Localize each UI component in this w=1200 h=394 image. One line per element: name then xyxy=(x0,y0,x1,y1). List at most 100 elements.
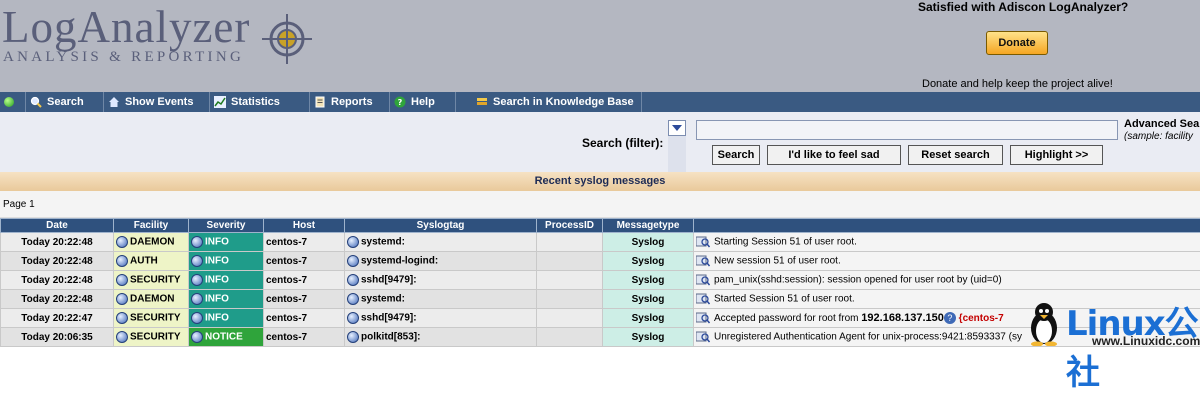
cell-message[interactable]: Starting Session 51 of user root. xyxy=(694,233,1200,252)
reset-search-button[interactable]: Reset search xyxy=(908,145,1003,165)
filter-globe-icon[interactable] xyxy=(191,312,203,324)
filter-globe-icon[interactable] xyxy=(191,236,203,248)
col-processid[interactable]: ProcessID xyxy=(537,219,603,233)
filter-globe-icon[interactable] xyxy=(347,274,359,286)
col-date[interactable]: Date xyxy=(1,219,114,233)
details-icon[interactable] xyxy=(696,255,710,267)
table-row: Today 20:22:48 SECURITY INFO centos-7 ss… xyxy=(1,271,1200,290)
syslogtag-value: systemd-logind: xyxy=(361,256,438,267)
details-icon[interactable] xyxy=(696,236,710,248)
cell-syslogtag[interactable]: polkitd[853]: xyxy=(345,328,537,347)
col-facility[interactable]: Facility xyxy=(114,219,189,233)
filter-globe-icon[interactable] xyxy=(347,236,359,248)
page-label: Page 1 xyxy=(3,199,35,210)
cell-severity[interactable]: INFO xyxy=(189,233,264,252)
table-row: Today 20:22:48 DAEMON INFO centos-7 syst… xyxy=(1,290,1200,309)
filter-globe-icon[interactable] xyxy=(116,255,128,267)
cell-severity[interactable]: INFO xyxy=(189,271,264,290)
col-host[interactable]: Host xyxy=(264,219,345,233)
cell-syslogtag[interactable]: systemd: xyxy=(345,290,537,309)
cell-facility[interactable]: SECURITY xyxy=(114,328,189,347)
filter-dropdown-button[interactable] xyxy=(668,120,686,136)
cell-message[interactable]: New session 51 of user root. xyxy=(694,252,1200,271)
filter-globe-icon[interactable] xyxy=(347,331,359,343)
cell-facility[interactable]: SECURITY xyxy=(114,309,189,328)
svg-text:?: ? xyxy=(398,98,403,107)
cell-host[interactable]: centos-7 xyxy=(264,328,345,347)
cell-syslogtag[interactable]: sshd[9479]: xyxy=(345,309,537,328)
filter-globe-icon[interactable] xyxy=(347,312,359,324)
details-icon[interactable] xyxy=(696,312,710,324)
cell-messagetype: Syslog xyxy=(603,271,694,290)
details-icon[interactable] xyxy=(696,331,710,343)
col-severity[interactable]: Severity xyxy=(189,219,264,233)
message-text: pam_unix(sshd:session): session opened f… xyxy=(714,275,1002,286)
nav-item-knowledge-base[interactable]: Search in Knowledge Base xyxy=(456,92,642,112)
severity-value: INFO xyxy=(205,294,229,305)
filter-globe-icon[interactable] xyxy=(116,236,128,248)
filter-globe-icon[interactable] xyxy=(347,255,359,267)
cell-facility[interactable]: AUTH xyxy=(114,252,189,271)
filter-globe-icon[interactable] xyxy=(116,274,128,286)
chart-icon xyxy=(214,96,226,108)
search-panel: Search (filter): Search I'd like to feel… xyxy=(0,112,1200,172)
cell-messagetype: Syslog xyxy=(603,233,694,252)
nav-item-show-events[interactable]: Show Events xyxy=(104,92,210,112)
cell-host[interactable]: centos-7 xyxy=(264,309,345,328)
nav-item-label: Statistics xyxy=(231,92,280,112)
cell-date: Today 20:22:48 xyxy=(1,271,114,290)
cell-host[interactable]: centos-7 xyxy=(264,252,345,271)
severity-value: INFO xyxy=(205,237,229,248)
cell-syslogtag[interactable]: systemd: xyxy=(345,233,537,252)
nav-item-help[interactable]: ? Help xyxy=(390,92,456,112)
facility-value: AUTH xyxy=(130,256,158,267)
cell-severity[interactable]: INFO xyxy=(189,309,264,328)
table-row: Today 20:22:47 SECURITY INFO centos-7 ss… xyxy=(1,309,1200,328)
col-messagetype[interactable]: Messagetype xyxy=(603,219,694,233)
cell-messagetype: Syslog xyxy=(603,290,694,309)
severity-value: INFO xyxy=(205,313,229,324)
advanced-search-link[interactable]: Advanced Sea xyxy=(1124,118,1199,130)
details-icon[interactable] xyxy=(696,274,710,286)
filter-globe-icon[interactable] xyxy=(191,331,203,343)
feel-sad-button[interactable]: I'd like to feel sad xyxy=(767,145,901,165)
cell-message[interactable]: pam_unix(sshd:session): session opened f… xyxy=(694,271,1200,290)
cell-facility[interactable]: SECURITY xyxy=(114,271,189,290)
filter-globe-icon[interactable] xyxy=(116,331,128,343)
donate-button[interactable]: Donate xyxy=(986,31,1048,55)
filter-globe-icon[interactable] xyxy=(191,255,203,267)
filter-globe-icon[interactable] xyxy=(191,274,203,286)
highlight-button[interactable]: Highlight >> xyxy=(1010,145,1103,165)
details-icon[interactable] xyxy=(696,293,710,305)
filter-globe-icon[interactable] xyxy=(347,293,359,305)
col-syslogtag[interactable]: Syslogtag xyxy=(345,219,537,233)
search-input[interactable] xyxy=(696,120,1118,140)
syslogtag-value: polkitd[853]: xyxy=(361,332,420,343)
filter-globe-icon[interactable] xyxy=(191,293,203,305)
cell-syslogtag[interactable]: sshd[9479]: xyxy=(345,271,537,290)
cell-host[interactable]: centos-7 xyxy=(264,290,345,309)
cell-syslogtag[interactable]: systemd-logind: xyxy=(345,252,537,271)
cell-severity[interactable]: NOTICE xyxy=(189,328,264,347)
nav-item-statistics[interactable]: Statistics xyxy=(210,92,310,112)
cell-date: Today 20:06:35 xyxy=(1,328,114,347)
cell-facility[interactable]: DAEMON xyxy=(114,290,189,309)
cell-severity[interactable]: INFO xyxy=(189,290,264,309)
ip-lookup-icon[interactable]: ? xyxy=(944,312,956,324)
nav-item-label: Reports xyxy=(331,92,373,112)
ip-link[interactable]: 192.168.137.150 xyxy=(861,312,944,324)
filter-globe-icon[interactable] xyxy=(116,312,128,324)
search-button[interactable]: Search xyxy=(712,145,760,165)
message-text: New session 51 of user root. xyxy=(714,256,841,267)
nav-item-label: Show Events xyxy=(125,92,193,112)
cell-processid xyxy=(537,328,603,347)
nav-item-reports[interactable]: Reports xyxy=(310,92,390,112)
filter-globe-icon[interactable] xyxy=(116,293,128,305)
cell-date: Today 20:22:48 xyxy=(1,233,114,252)
cell-host[interactable]: centos-7 xyxy=(264,271,345,290)
nav-item-search[interactable]: Search xyxy=(26,92,104,112)
cell-host[interactable]: centos-7 xyxy=(264,233,345,252)
cell-severity[interactable]: INFO xyxy=(189,252,264,271)
facility-value: SECURITY xyxy=(130,332,181,343)
cell-facility[interactable]: DAEMON xyxy=(114,233,189,252)
